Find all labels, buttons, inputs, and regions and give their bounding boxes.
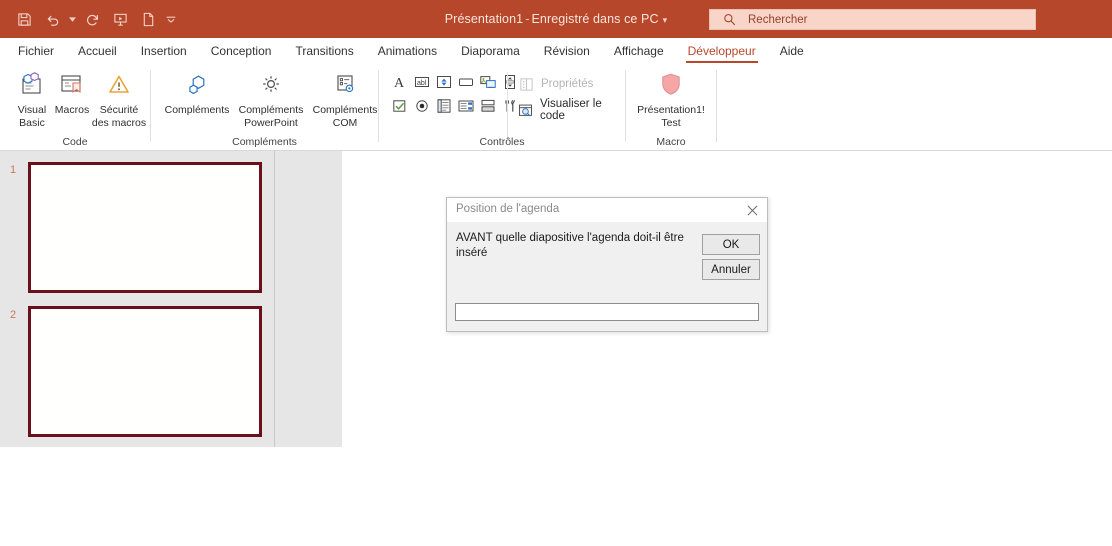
ribbon-group-label-complements: Compléments (232, 136, 297, 148)
customize-qat-caret-icon[interactable] (162, 5, 180, 33)
properties-grid-icon (517, 75, 536, 94)
ribbon-group-label-macro: Macro (656, 136, 686, 148)
quick-access-toolbar (10, 5, 180, 33)
save-icon[interactable] (10, 5, 38, 33)
addins-hexagon-icon (182, 68, 212, 102)
ribbon-group-label-code: Code (62, 136, 88, 148)
powerpoint-window: Présentation1- Enregistré dans ce PC ▾ Rec… (0, 0, 1112, 546)
powerpoint-addins-gear-icon (256, 68, 286, 102)
title-bar: Présentation1- Enregistré dans ce PC ▾ Rec… (0, 0, 1112, 38)
controls-row-1: A abl (390, 72, 519, 91)
start-slideshow-icon[interactable] (106, 5, 134, 33)
new-file-icon[interactable] (134, 5, 162, 33)
tab-developpeur[interactable]: Développeur (676, 38, 768, 64)
macro-security-label-l2: des macros (91, 116, 147, 129)
undo-dropdown-caret-icon[interactable] (66, 5, 78, 33)
ok-button[interactable]: OK (702, 234, 760, 255)
macro-test-label-l2: Test (661, 116, 681, 129)
save-state-label: Enregistré dans ce PC (531, 12, 659, 26)
cancel-button[interactable]: Annuler (702, 259, 760, 280)
properties-label: Propriétés (541, 78, 594, 90)
slide-thumbnail-1[interactable] (28, 162, 262, 293)
search-placeholder: Rechercher (748, 13, 808, 26)
tab-accueil[interactable]: Accueil (66, 38, 129, 64)
slide-thumbnail-pane[interactable]: 1 2 (0, 151, 274, 447)
slide-number-2: 2 (10, 309, 17, 321)
tab-transitions[interactable]: Transitions (283, 38, 365, 64)
search-icon (723, 13, 736, 26)
com-addins-label-l2: COM (332, 116, 358, 129)
tab-insertion[interactable]: Insertion (129, 38, 199, 64)
ribbon-group-macro: Présentation1! Test Macro (626, 64, 716, 150)
tab-fichier[interactable]: Fichier (6, 38, 66, 64)
ribbon-tabs: Fichier Accueil Insertion Conception Tra… (0, 38, 1112, 64)
tab-animations[interactable]: Animations (366, 38, 449, 64)
image-control-icon[interactable] (478, 72, 497, 91)
macro-test-label-l1: Présentation1! (637, 104, 705, 116)
undo-icon[interactable] (38, 5, 66, 33)
tab-conception[interactable]: Conception (199, 38, 284, 64)
title-dropdown-caret-icon[interactable]: ▾ (659, 15, 668, 25)
dialog-prompt-text: AVANT quelle diapositive l'agenda doit-i… (456, 232, 684, 259)
view-code-icon (517, 101, 535, 120)
macro-security-label-l1: Sécurité (99, 104, 139, 116)
spin-button-control-icon[interactable] (434, 72, 453, 91)
com-addins-button[interactable]: Compléments COM (305, 68, 385, 129)
title-separator: - (525, 12, 530, 26)
editor-pane-margin (275, 151, 342, 447)
listbox-control-icon[interactable] (434, 96, 453, 115)
controls-inner-separator (507, 72, 508, 138)
macro-security-warning-icon (104, 68, 134, 102)
tab-diaporama[interactable]: Diaporama (449, 38, 532, 64)
ribbon-group-label-controles: Contrôles (479, 136, 525, 148)
ribbon: Visual Basic Macros Sécurité des macros … (0, 64, 1112, 151)
command-button-control-icon[interactable] (456, 72, 475, 91)
properties-button[interactable]: Propriétés (517, 74, 593, 94)
tab-aide[interactable]: Aide (768, 38, 816, 64)
view-code-button[interactable]: Visualiser le code (517, 98, 625, 122)
slide-number-1: 1 (10, 164, 17, 176)
macro-test-button[interactable]: Présentation1! Test (631, 68, 711, 129)
macro-security-button[interactable]: Sécurité des macros (82, 68, 156, 129)
dialog-title: Position de l'agenda (456, 203, 560, 215)
macro-shield-icon (656, 68, 686, 102)
toggle-button-control-icon[interactable] (478, 96, 497, 115)
slide-thumbnail-2[interactable] (28, 306, 262, 437)
ribbon-group-complements: Compléments Compléments PowerPoint Compl… (151, 64, 378, 150)
visual-basic-label-l2: Basic (19, 116, 45, 129)
checkbox-control-icon[interactable] (390, 96, 409, 115)
svg-text:A: A (394, 76, 405, 90)
ribbon-group-controles: A abl Propriétés Visualiser le code Cont… (379, 64, 625, 150)
search-input[interactable]: Rechercher (709, 9, 1036, 30)
addins-button[interactable]: Compléments (157, 68, 237, 117)
document-name: Présentation1 (444, 12, 524, 26)
agenda-position-dialog: Position de l'agenda AVANT quelle diapos… (446, 197, 768, 332)
group-separator-4 (716, 70, 717, 142)
agenda-position-input[interactable] (455, 303, 759, 321)
label-control-icon[interactable]: A (390, 72, 409, 91)
powerpoint-addins-button[interactable]: Compléments PowerPoint (231, 68, 311, 129)
addins-label-l1: Compléments (164, 104, 230, 116)
controls-row-2 (390, 96, 519, 115)
ppt-addins-label-l1: Compléments (238, 104, 304, 116)
tab-revision[interactable]: Révision (532, 38, 602, 64)
option-button-control-icon[interactable] (412, 96, 431, 115)
textbox-control-icon[interactable]: abl (412, 72, 431, 91)
combobox-control-icon[interactable] (456, 96, 475, 115)
close-icon[interactable] (743, 201, 761, 219)
view-code-label: Visualiser le code (539, 98, 602, 122)
svg-text:abl: abl (417, 80, 427, 87)
ribbon-group-code: Visual Basic Macros Sécurité des macros … (0, 64, 150, 150)
dialog-title-bar: Position de l'agenda (447, 198, 767, 222)
redo-icon[interactable] (78, 5, 106, 33)
tab-affichage[interactable]: Affichage (602, 38, 676, 64)
ppt-addins-label-l2: PowerPoint (244, 116, 298, 129)
com-addins-label-l1: Compléments (312, 104, 378, 116)
com-addins-icon (330, 68, 360, 102)
